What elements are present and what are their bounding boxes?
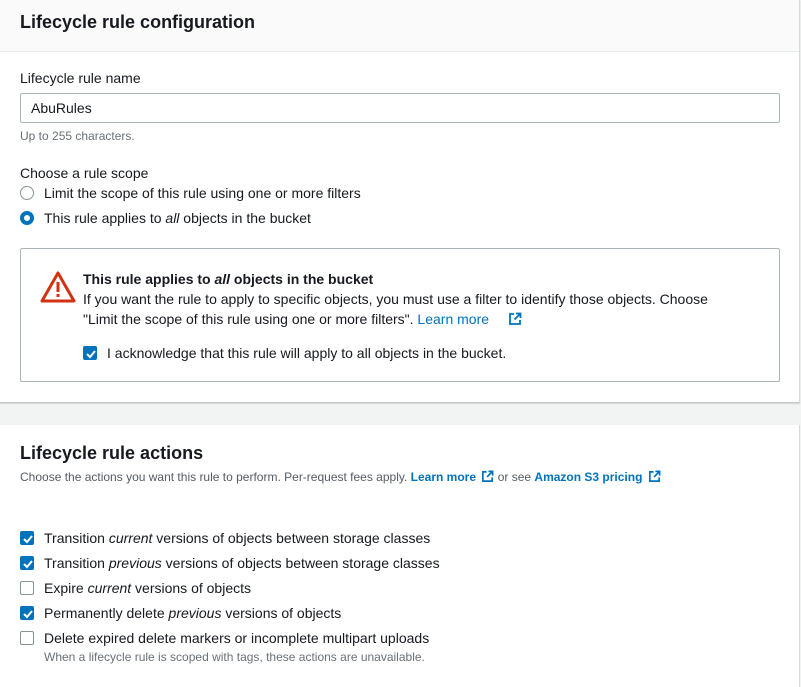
action-label-transition-current[interactable]: Transition current versions of objects b… — [44, 530, 430, 546]
action-label-transition-previous[interactable]: Transition previous versions of objects … — [44, 555, 440, 571]
config-title: Lifecycle rule configuration — [20, 12, 256, 32]
warning-learn-more-link[interactable]: Learn more — [417, 311, 489, 327]
action-checkbox-transition-previous[interactable] — [20, 556, 34, 570]
warning-line-1: If you want the rule to apply to specifi… — [83, 291, 708, 307]
scope-radio-all[interactable] — [20, 211, 34, 225]
lifecycle-config-panel: Lifecycle rule configuration Lifecycle r… — [0, 0, 800, 403]
scope-option-filters-label[interactable]: Limit the scope of this rule using one o… — [44, 185, 361, 201]
actions-description: Choose the actions you want this rule to… — [20, 470, 661, 484]
action-checkbox-delete-previous[interactable] — [20, 606, 34, 620]
actions-footnote: When a lifecycle rule is scoped with tag… — [44, 650, 425, 664]
external-link-icon[interactable] — [481, 470, 494, 483]
rule-name-input[interactable] — [20, 93, 780, 123]
scope-warning-alert: This rule applies to all objects in the … — [20, 248, 780, 382]
acknowledge-checkbox[interactable] — [83, 346, 97, 360]
actions-title: Lifecycle rule actions — [20, 443, 204, 463]
action-label-delete-previous[interactable]: Permanently delete previous versions of … — [44, 605, 341, 621]
action-label-delete-markers[interactable]: Delete expired delete markers or incompl… — [44, 630, 429, 646]
rule-name-hint: Up to 255 characters. — [20, 129, 135, 143]
rule-name-label: Lifecycle rule name — [20, 70, 141, 86]
warning-line-2: "Limit the scope of this rule using one … — [83, 311, 490, 327]
lifecycle-actions-panel: Lifecycle rule actions Choose the action… — [0, 425, 800, 687]
action-checkbox-transition-current[interactable] — [20, 531, 34, 545]
action-checkbox-expire-current[interactable] — [20, 581, 34, 595]
actions-learn-more-link[interactable]: Learn more — [411, 470, 476, 484]
acknowledge-label[interactable]: I acknowledge that this rule will apply … — [107, 345, 506, 361]
scope-option-all-label[interactable]: This rule applies to all objects in the … — [44, 210, 311, 226]
scope-label: Choose a rule scope — [20, 165, 149, 181]
s3-pricing-link[interactable]: Amazon S3 pricing — [534, 470, 642, 484]
scope-radio-filters[interactable] — [20, 186, 34, 200]
external-link-icon[interactable] — [508, 312, 522, 326]
warning-icon — [40, 271, 76, 308]
warning-title: This rule applies to all objects in the … — [83, 271, 374, 287]
action-label-expire-current[interactable]: Expire current versions of objects — [44, 580, 251, 596]
external-link-icon[interactable] — [648, 470, 661, 483]
action-checkbox-delete-markers[interactable] — [20, 631, 34, 645]
